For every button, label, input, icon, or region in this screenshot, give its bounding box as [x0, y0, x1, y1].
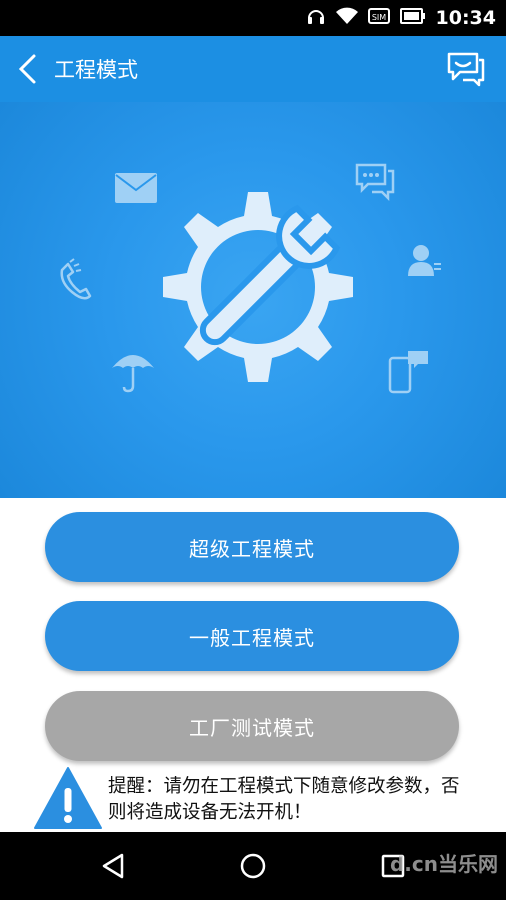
back-button[interactable] [4, 36, 50, 102]
back-arrow-icon [18, 54, 36, 84]
message-icon [447, 52, 485, 87]
factory-test-mode-button[interactable]: 工厂测试模式 [45, 691, 459, 761]
status-time: 10:34 [435, 7, 496, 29]
nav-home-icon [240, 853, 266, 879]
mobile-message-icon [388, 351, 428, 394]
hero-banner [0, 102, 506, 498]
page-title: 工程模式 [54, 58, 138, 82]
sim-label: SIM [371, 13, 385, 22]
contact-icon [408, 245, 441, 276]
sim-icon: SIM [367, 7, 390, 29]
app-bar: 工程模式 [0, 36, 506, 102]
umbrella-icon [112, 355, 154, 393]
super-engineering-mode-button[interactable]: 超级工程模式 [45, 512, 459, 582]
phone-icon [60, 258, 92, 300]
warning-icon [34, 767, 102, 829]
watermark: d.cn当乐网 [389, 852, 498, 876]
headphones-icon [306, 6, 326, 30]
wrench-gear-icon [163, 192, 353, 382]
warning-notice: 提醒：请勿在工程模式下随意修改参数，否则将造成设备无法开机！ [108, 776, 460, 823]
nav-home-button[interactable] [233, 846, 273, 886]
mail-icon [115, 173, 157, 203]
status-bar: SIM 10:34 [0, 0, 506, 36]
chat-icon [355, 163, 395, 202]
message-button[interactable] [446, 50, 486, 88]
wifi-icon [335, 7, 358, 29]
nav-back-button[interactable] [93, 846, 133, 886]
general-engineering-mode-button[interactable]: 一般工程模式 [45, 601, 459, 671]
nav-back-icon [102, 853, 124, 879]
battery-icon [399, 8, 426, 28]
